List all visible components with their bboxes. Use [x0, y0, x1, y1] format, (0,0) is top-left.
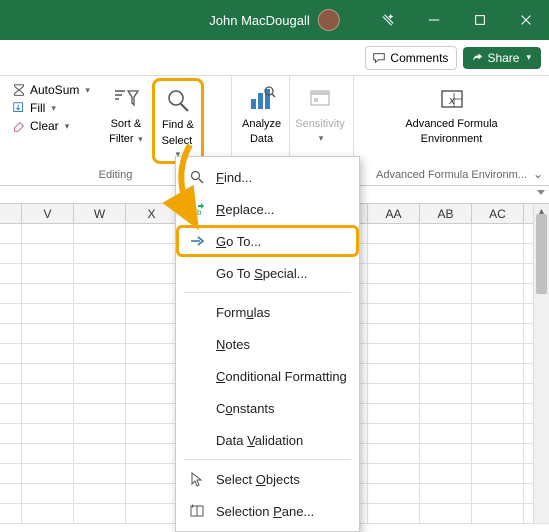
- actions-bar: Comments Share ▾: [0, 40, 549, 76]
- comments-button[interactable]: Comments: [365, 46, 457, 70]
- comment-icon: [372, 51, 386, 65]
- menu-label: Replace...: [216, 202, 275, 217]
- chevron-down-icon: ▾: [526, 52, 531, 63]
- col-header[interactable]: V: [22, 204, 74, 223]
- menu-notes[interactable]: Notes: [176, 328, 359, 360]
- vertical-scrollbar[interactable]: ▴: [533, 204, 549, 523]
- find-select-button[interactable]: Find & Select ▾: [152, 78, 204, 164]
- menu-conditional-formatting[interactable]: Conditional Formatting: [176, 360, 359, 392]
- titlebar-tool-icon[interactable]: [365, 0, 411, 40]
- menu-label: Selection Pane...: [216, 504, 314, 519]
- menu-label: Constants: [216, 401, 275, 416]
- menu-label: Find...: [216, 170, 252, 185]
- share-label: Share: [487, 51, 519, 65]
- collapse-ribbon-icon[interactable]: ⌄: [533, 167, 543, 181]
- col-header[interactable]: AC: [472, 204, 524, 223]
- sensitivity-label: Sensitivity: [295, 118, 345, 131]
- share-button[interactable]: Share ▾: [463, 47, 541, 69]
- chevron-down-icon: ▾: [319, 133, 324, 144]
- titlebar: John MacDougall: [0, 0, 549, 40]
- share-icon: [471, 52, 483, 64]
- afe-icon: x: [438, 85, 466, 113]
- col-header[interactable]: AA: [368, 204, 420, 223]
- scrollbar-thumb[interactable]: [536, 214, 547, 294]
- analyze-label-2: Data: [250, 133, 273, 146]
- svg-text:a: a: [191, 203, 196, 212]
- menu-data-validation[interactable]: Data Validation: [176, 424, 359, 456]
- close-button[interactable]: [503, 0, 549, 40]
- col-header[interactable]: AB: [420, 204, 472, 223]
- minimize-button[interactable]: [411, 0, 457, 40]
- chevron-down-icon: ▾: [85, 85, 90, 96]
- col-header[interactable]: W: [74, 204, 126, 223]
- magnifier-icon: [164, 87, 192, 115]
- group-label-afe: Advanced Formula Environm...: [358, 169, 545, 183]
- sort-filter-button[interactable]: Sort & Filter ▾: [100, 78, 152, 164]
- menu-separator: [184, 292, 351, 293]
- afe-label-2: Environment: [421, 133, 483, 146]
- clear-button[interactable]: Clear ▾: [8, 118, 94, 134]
- menu-label: Notes: [216, 337, 250, 352]
- goto-icon: [188, 232, 206, 250]
- chevron-down-icon: ▾: [65, 121, 70, 132]
- menu-constants[interactable]: Constants: [176, 392, 359, 424]
- chevron-down-icon: ▾: [136, 134, 143, 144]
- sensitivity-button: Sensitivity ▾: [294, 78, 346, 164]
- user-name: John MacDougall: [209, 13, 309, 28]
- chevron-down-icon: ▾: [51, 103, 56, 114]
- menu-separator: [184, 459, 351, 460]
- menu-select-objects[interactable]: Select Objects: [176, 463, 359, 495]
- menu-label: Conditional Formatting: [216, 369, 347, 384]
- afe-button[interactable]: x Advanced Formula Environment: [392, 78, 512, 164]
- menu-goto[interactable]: Go To...: [176, 225, 359, 257]
- sort-filter-icon: [112, 85, 140, 113]
- afe-label-1: Advanced Formula: [405, 118, 497, 131]
- replace-icon: ab: [188, 200, 206, 218]
- find-select-label-2: Select: [162, 135, 193, 147]
- sort-filter-label-2: Filter: [109, 133, 133, 145]
- sigma-icon: [12, 83, 26, 97]
- eraser-icon: [12, 119, 26, 133]
- menu-label: Go To...: [216, 234, 261, 249]
- sensitivity-icon: [306, 85, 334, 113]
- menu-label: Go To Special...: [216, 266, 308, 281]
- title-user: John MacDougall: [209, 9, 339, 31]
- find-select-menu: Find... ab Replace... Go To... Go To Spe…: [175, 156, 360, 532]
- col-header[interactable]: X: [126, 204, 178, 223]
- analyze-label-1: Analyze: [242, 118, 281, 131]
- menu-label: Data Validation: [216, 433, 303, 448]
- menu-find[interactable]: Find...: [176, 161, 359, 193]
- fill-label: Fill: [30, 101, 45, 115]
- find-select-label-1: Find &: [162, 119, 194, 132]
- comments-label: Comments: [390, 51, 448, 65]
- autosum-label: AutoSum: [30, 83, 79, 97]
- magnifier-icon: [188, 168, 206, 186]
- selection-pane-icon: [188, 502, 206, 520]
- fill-icon: [12, 101, 26, 115]
- menu-formulas[interactable]: Formulas: [176, 296, 359, 328]
- menu-replace[interactable]: ab Replace...: [176, 193, 359, 225]
- sort-filter-label-1: Sort &: [111, 118, 142, 131]
- ribbon-group-afe: x Advanced Formula Environment Advanced …: [354, 76, 549, 185]
- svg-text:b: b: [197, 208, 202, 217]
- menu-label: Formulas: [216, 305, 270, 320]
- autosum-button[interactable]: AutoSum ▾: [8, 82, 94, 98]
- analyze-icon: [248, 85, 276, 113]
- fill-button[interactable]: Fill ▾: [8, 100, 94, 116]
- clear-label: Clear: [30, 119, 59, 133]
- maximize-button[interactable]: [457, 0, 503, 40]
- menu-goto-special[interactable]: Go To Special...: [176, 257, 359, 289]
- pointer-icon: [188, 470, 206, 488]
- analyze-data-button[interactable]: Analyze Data: [236, 78, 287, 164]
- menu-selection-pane[interactable]: Selection Pane...: [176, 495, 359, 527]
- menu-label: Select Objects: [216, 472, 300, 487]
- avatar[interactable]: [318, 9, 340, 31]
